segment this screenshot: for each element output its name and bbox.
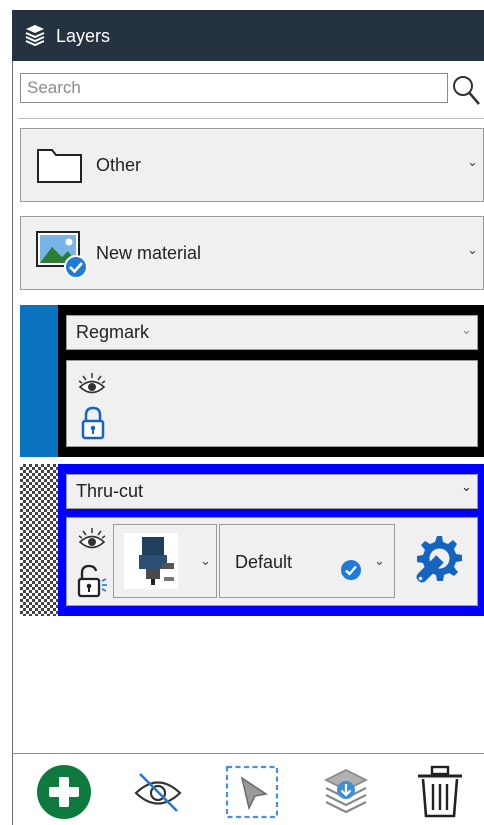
merge-layers-icon[interactable] — [318, 764, 374, 820]
visibility-icon[interactable] — [77, 526, 107, 554]
layer-color-swatch[interactable] — [20, 305, 58, 457]
layer-body — [66, 360, 478, 447]
cutter-tool-icon — [124, 533, 178, 589]
layer-label: New material — [96, 243, 202, 263]
mode-dropdown[interactable]: Default ⌄ — [219, 524, 395, 598]
select-icon[interactable] — [224, 764, 280, 820]
layer-new-material[interactable]: New material ⌄ — [20, 216, 484, 290]
hide-icon[interactable] — [130, 764, 186, 820]
search-box[interactable] — [20, 73, 448, 103]
layer-name: Thru-cut — [76, 481, 144, 501]
search-icon[interactable] — [451, 74, 481, 106]
panel-border — [12, 61, 13, 825]
check-circle-icon — [341, 560, 361, 580]
mode-label: Default — [235, 552, 293, 572]
chevron-down-icon[interactable]: ⌄ — [467, 154, 478, 170]
layer-name-dropdown[interactable]: Regmark ⌄ — [66, 315, 478, 350]
layer-label: Other — [96, 155, 142, 175]
settings-wrench-icon[interactable] — [407, 532, 467, 592]
layers-icon — [25, 25, 45, 47]
folder-icon — [37, 149, 82, 183]
lock-closed-icon[interactable] — [80, 406, 106, 440]
layer-name: Regmark — [76, 322, 150, 342]
chevron-down-icon[interactable]: ⌄ — [467, 242, 478, 258]
layer-name-dropdown[interactable]: Thru-cut ⌄ — [66, 474, 478, 509]
visibility-icon[interactable] — [77, 371, 107, 399]
tool-dropdown[interactable]: ⌄ — [113, 524, 217, 598]
layer-thru-cut[interactable]: Thru-cut ⌄ ⌄ Default ⌄ — [20, 464, 484, 616]
chevron-down-icon[interactable]: ⌄ — [461, 322, 472, 338]
image-check-icon — [36, 231, 88, 279]
panel-header: Layers — [12, 10, 484, 61]
chevron-down-icon[interactable]: ⌄ — [200, 553, 211, 569]
panel-title: Layers — [56, 26, 111, 46]
add-layer-icon[interactable] — [36, 764, 92, 820]
layer-regmark[interactable]: Regmark ⌄ — [20, 305, 484, 457]
layer-pattern-swatch[interactable] — [20, 464, 58, 616]
lock-open-icon[interactable] — [76, 564, 110, 598]
search-input[interactable] — [21, 74, 447, 102]
toolbar-divider — [12, 753, 484, 754]
chevron-down-icon[interactable]: ⌄ — [461, 479, 472, 495]
layer-body: ⌄ Default ⌄ — [66, 517, 478, 606]
delete-icon[interactable] — [412, 764, 468, 820]
layer-other[interactable]: Other ⌄ — [20, 128, 484, 202]
chevron-down-icon[interactable]: ⌄ — [374, 553, 385, 569]
separator — [18, 118, 484, 119]
